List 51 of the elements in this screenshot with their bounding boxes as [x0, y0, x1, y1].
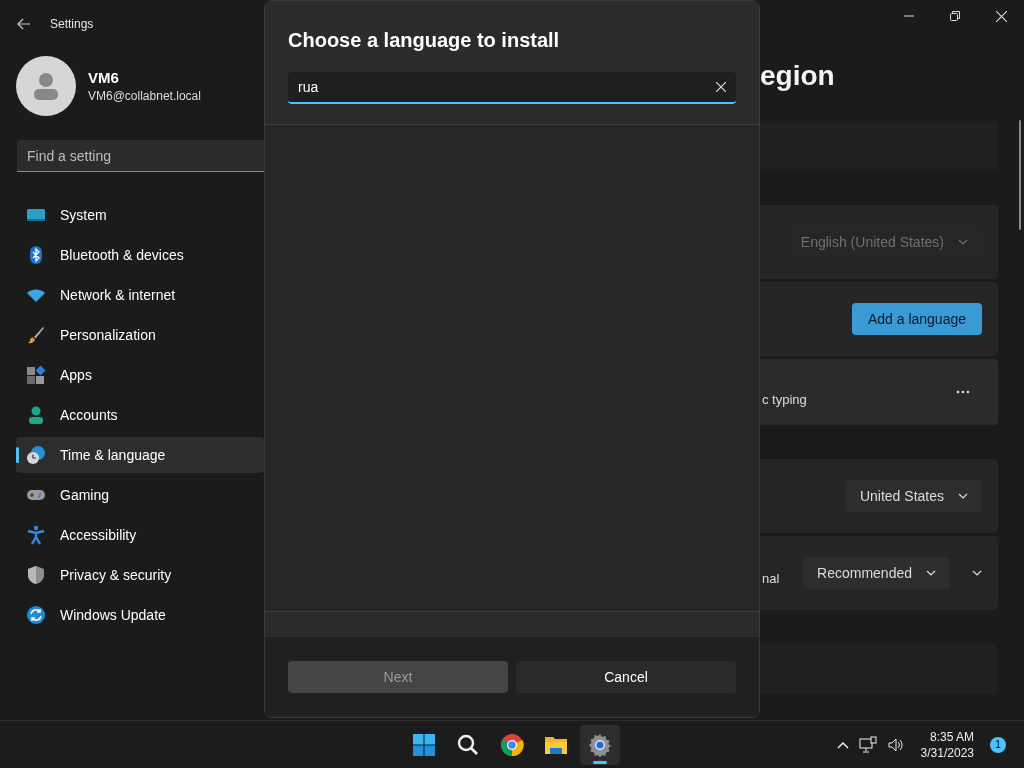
dropdown[interactable]: Recommended — [803, 557, 950, 589]
apps-icon — [26, 365, 46, 385]
dialog-title: Choose a language to install — [288, 29, 561, 52]
page-title: egion — [760, 60, 836, 93]
nav-item[interactable]: Network & internet — [16, 277, 264, 313]
nav-item[interactable]: Apps — [16, 357, 264, 393]
nav-item[interactable]: Privacy & security — [16, 557, 264, 593]
nav-item[interactable]: Windows Update — [16, 597, 264, 633]
start-icon — [412, 732, 436, 757]
network-icon[interactable] — [858, 735, 877, 754]
add-language-button[interactable]: Add a language — [851, 303, 982, 335]
expand-icon[interactable] — [972, 570, 982, 576]
accessibility-icon — [26, 525, 46, 545]
avatar — [16, 56, 76, 116]
account-name: VM6 — [88, 69, 120, 86]
nav-item[interactable]: Gaming — [16, 477, 264, 513]
chevron-down-icon — [926, 570, 936, 576]
dialog-button[interactable]: Cancel — [516, 661, 736, 693]
update-icon — [26, 605, 46, 625]
nav-item[interactable]: System — [16, 197, 264, 233]
window-title: Settings — [50, 17, 94, 31]
chevron-down-icon — [958, 239, 968, 245]
language-detail: c typing — [762, 392, 807, 407]
clock-icon — [26, 445, 46, 465]
search-field[interactable]: Find a setting — [17, 140, 264, 172]
nav-item[interactable]: Accessibility — [16, 517, 264, 553]
person-icon — [26, 405, 46, 425]
nav-item[interactable]: Personalization — [16, 317, 264, 353]
back-icon[interactable] — [16, 16, 32, 32]
clock-time[interactable]: 8:35 AM — [920, 728, 974, 745]
brush-icon — [26, 325, 46, 345]
shield-icon — [26, 565, 46, 585]
search-icon — [456, 732, 480, 757]
close-icon[interactable] — [995, 10, 1007, 22]
account-email: VM6@collabnet.local — [88, 89, 201, 103]
chevron-up-icon[interactable] — [836, 740, 849, 749]
taskbar-button[interactable] — [580, 724, 620, 765]
clear-icon[interactable] — [716, 82, 726, 92]
browser-icon — [500, 732, 524, 757]
nav-item[interactable]: Accounts — [16, 397, 264, 433]
language-search-field[interactable]: rua — [288, 72, 736, 104]
more-icon[interactable] — [956, 390, 970, 394]
clock-date[interactable]: 3/31/2023 — [920, 744, 974, 761]
gear-icon — [588, 732, 612, 757]
notification-badge[interactable]: 1 — [990, 736, 1006, 753]
setting-label: nal — [762, 571, 780, 586]
chevron-down-icon — [958, 493, 968, 499]
nav-item[interactable]: Time & language — [16, 437, 264, 473]
restore-icon[interactable] — [950, 11, 960, 21]
nav-item[interactable]: Bluetooth & devices — [16, 237, 264, 273]
dropdown[interactable]: United States — [845, 480, 982, 512]
